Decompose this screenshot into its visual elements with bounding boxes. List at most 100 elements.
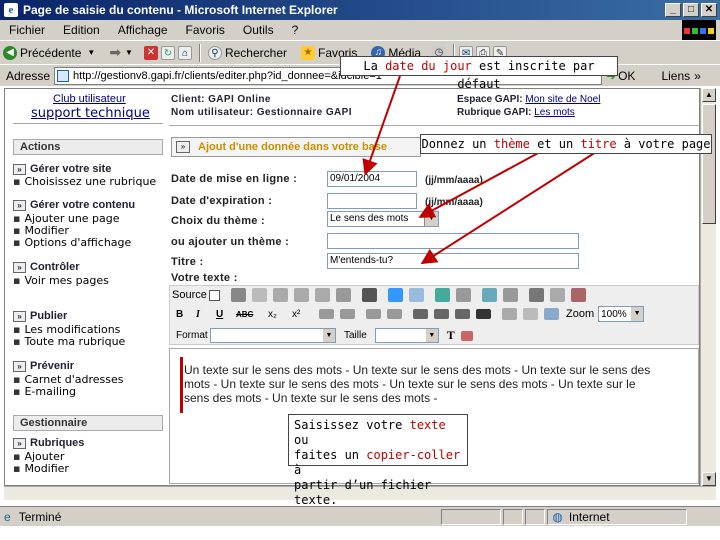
outdent-icon[interactable] [366,309,381,319]
paste-icon[interactable] [272,288,288,302]
flash-icon[interactable] [523,308,538,320]
divider [169,125,699,126]
format-select[interactable]: ▼ [210,328,336,343]
address-url: http://gestionv8.gapi.fr/clients/editer.… [73,69,382,82]
background-color-icon[interactable] [460,330,473,341]
chevron-down-icon[interactable]: ▼ [323,329,335,342]
align-center-icon[interactable] [434,309,449,319]
scroll-thumb[interactable] [702,104,716,224]
italic-icon[interactable]: I [196,309,216,320]
sidebar-item-emailing[interactable]: E-mailing [13,385,76,398]
size-select[interactable]: ▼ [374,328,439,343]
maximize-button[interactable]: □ [683,3,699,17]
text-label: Votre texte : [171,272,238,284]
paste-text-icon[interactable] [293,288,309,302]
callout-text: à votre page [616,137,711,151]
rule-icon[interactable] [549,288,565,302]
date-callout: La date du jour est inscrite par défaut [340,56,618,91]
find-icon[interactable] [361,288,377,302]
format-label: Format [176,330,208,341]
back-button[interactable]: ◀ Précédente ▼ [0,45,98,60]
support-link[interactable]: support technique [31,106,150,121]
paste-word-icon[interactable] [314,288,330,302]
link-icon[interactable] [481,288,497,302]
size-label: Taille [344,330,367,341]
underline-icon[interactable]: U [216,309,236,320]
theme-select[interactable]: Le sens des mots ▼ [327,211,439,227]
select-all-icon[interactable] [434,288,450,302]
sidebar-item-modifier-rubrique[interactable]: Modifier [13,462,68,475]
minimize-button[interactable]: _ [665,3,681,17]
expiry-input[interactable] [327,193,417,209]
menu-edition[interactable]: Edition [54,23,109,37]
theme-select-value: Le sens des mots [330,213,409,224]
undo-icon[interactable] [387,288,403,302]
sidebar-item-toute-rubrique[interactable]: Toute ma rubrique [13,335,125,348]
rubric-link[interactable]: Les mots [534,107,575,118]
text-color-icon[interactable]: T [447,328,455,343]
menu-fichier[interactable]: Fichier [0,23,54,37]
chevron-down-icon[interactable]: ▼ [425,329,438,342]
sidebar-item-options[interactable]: Options d'affichage [13,236,131,249]
source-checkbox[interactable] [208,289,220,301]
theme-callout: Donnez un thème et un titre à votre page [420,134,712,154]
chevron-down-icon[interactable]: ▼ [424,212,438,226]
source-button[interactable]: Source [172,289,207,301]
section-title: Prévenir [30,360,75,372]
date-label: Date de mise en ligne : [171,173,298,185]
align-left-icon[interactable] [413,309,428,319]
scroll-up-icon[interactable]: ▲ [702,88,716,102]
align-right-icon[interactable] [455,309,470,319]
club-link[interactable]: Club utilisateur [53,93,126,105]
ordered-list-icon[interactable] [319,309,334,319]
subscript-icon[interactable]: x₂ [268,309,292,320]
dropdown-arrow-icon[interactable]: ▼ [125,48,133,57]
remove-format-icon[interactable] [455,288,471,302]
expiry-hint: (jj/mm/aaaa) [425,197,483,208]
title-input[interactable]: M'entends-tu? [327,253,579,269]
sidebar-item-voir-pages[interactable]: Voir mes pages [13,274,108,287]
dropdown-arrow-icon[interactable]: ▼ [87,48,95,57]
smiley-icon[interactable] [544,308,559,320]
image-icon[interactable] [502,308,517,320]
stop-icon[interactable]: ✕ [143,45,158,60]
menu-affichage[interactable]: Affichage [109,23,177,37]
chevron-down-icon[interactable]: ▼ [631,307,644,321]
unlink-icon[interactable] [502,288,518,302]
menu-outils[interactable]: Outils [234,23,283,37]
sidebar-item-choisir-rubrique[interactable]: Choisissez une rubrique [13,175,156,188]
gestionnaire-header: Gestionnaire [13,415,163,431]
print-icon[interactable] [335,288,351,302]
cut-icon[interactable] [230,288,246,302]
date-input[interactable]: 09/01/2004 [327,171,417,187]
special-char-icon[interactable] [570,288,586,302]
search-button[interactable]: ⚲ Rechercher [205,45,290,60]
home-icon[interactable]: ⌂ [177,45,192,60]
indent-icon[interactable] [387,309,402,319]
chevron-right-icon[interactable]: » [694,69,701,83]
menu-favoris[interactable]: Favoris [177,23,234,37]
space-link[interactable]: Mon site de Noel [525,94,600,105]
refresh-icon[interactable]: ↻ [160,45,175,60]
forward-button[interactable]: ➡ ▼ [106,44,136,61]
add-theme-input[interactable] [327,233,579,249]
scroll-down-icon[interactable]: ▼ [702,472,716,486]
section-rubriques: » Rubriques [13,437,84,449]
bold-icon[interactable]: B [176,309,196,320]
copy-icon[interactable] [251,288,267,302]
links-button[interactable]: Liens [661,69,690,83]
status-cell [503,508,524,525]
superscript-icon[interactable]: x² [292,309,316,320]
justify-icon[interactable] [476,309,491,319]
strikethrough-icon[interactable]: ABC [236,310,262,319]
back-label: Précédente [20,45,82,60]
title-label: Titre : [171,256,204,268]
section-title: Gérer votre contenu [30,199,136,211]
table-icon[interactable] [528,288,544,302]
cursor-marker [180,357,183,413]
bullet-list-icon[interactable] [340,309,355,319]
zoom-select[interactable]: 100% ▼ [598,306,645,322]
close-button[interactable]: ✕ [701,3,717,17]
menu-help[interactable]: ? [283,23,308,37]
redo-icon[interactable] [408,288,424,302]
